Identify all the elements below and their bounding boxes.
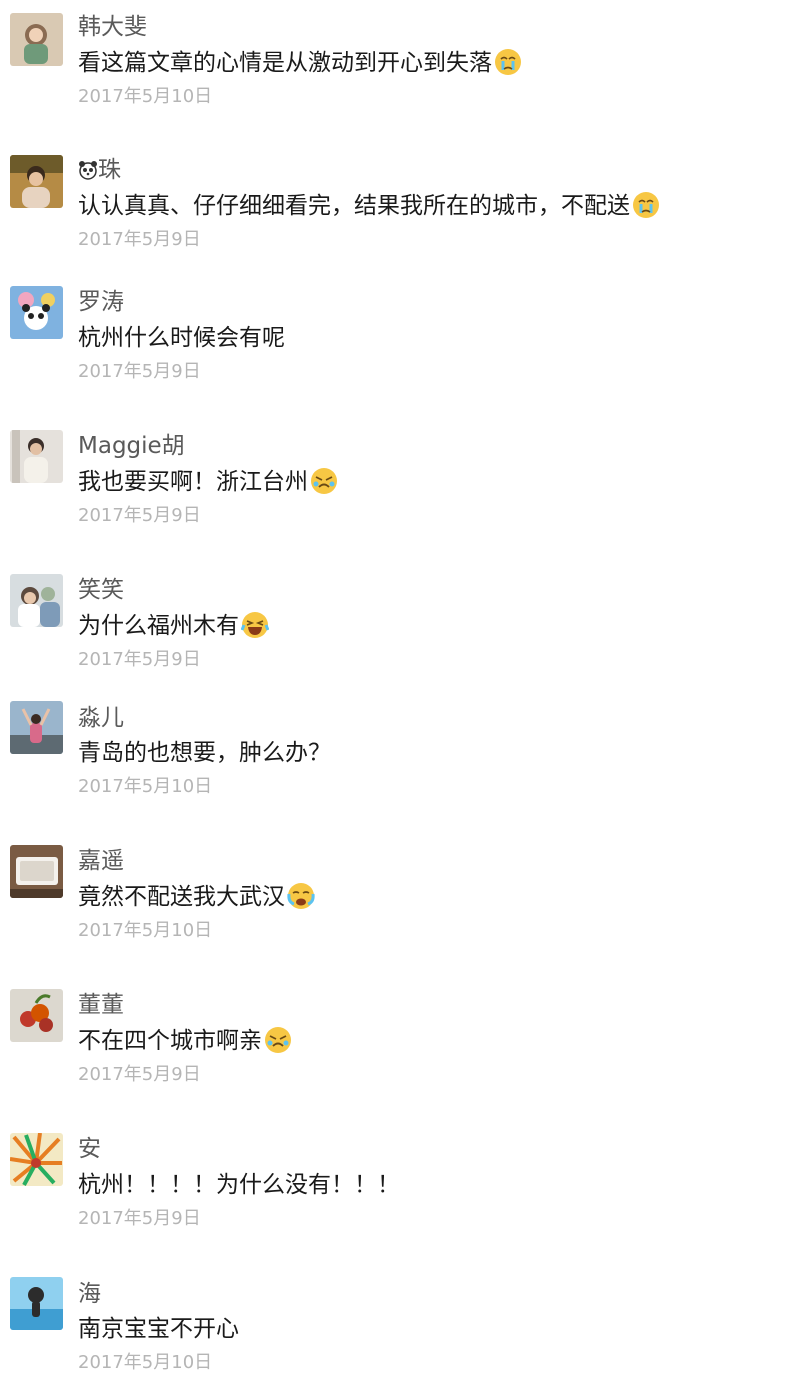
comment-text-content: 杭州！！！！为什么没有！！！ [78, 1172, 400, 1198]
comment-text-content: 为什么福州木有 [78, 613, 239, 639]
avatar[interactable] [10, 701, 63, 754]
comment-text: 看这篇文章的心情是从激动到开心到失落 [78, 48, 522, 78]
sobbing-face-icon [265, 1027, 291, 1053]
avatar[interactable] [10, 574, 63, 627]
avatar[interactable] [10, 845, 63, 898]
comment-item: 笑笑 为什么福州木有 2017年5月9日 [0, 574, 811, 684]
commenter-name[interactable]: 笑笑 [78, 577, 124, 603]
commenter-name[interactable]: Maggie胡 [78, 433, 185, 459]
comment-text: 杭州！！！！为什么没有！！！ [78, 1170, 400, 1200]
comment-item: 罗涛 杭州什么时候会有呢 2017年5月9日 [0, 286, 811, 396]
avatar[interactable] [10, 430, 63, 483]
comment-item: 安 杭州！！！！为什么没有！！！ 2017年5月9日 [0, 1133, 811, 1243]
crying-face-icon [633, 192, 659, 218]
commenter-name[interactable]: 安 [78, 1136, 101, 1162]
comment-text: 南京宝宝不开心 [78, 1314, 239, 1344]
comment-date: 2017年5月9日 [78, 1064, 201, 1085]
avatar[interactable] [10, 13, 63, 66]
comment-date: 2017年5月9日 [78, 1208, 201, 1229]
comment-text-content: 竟然不配送我大武汉 [78, 884, 285, 910]
avatar[interactable] [10, 155, 63, 208]
comment-text-content: 看这篇文章的心情是从激动到开心到失落 [78, 50, 492, 76]
comment-date: 2017年5月9日 [78, 229, 201, 250]
avatar[interactable] [10, 1133, 63, 1186]
comment-text: 竟然不配送我大武汉 [78, 882, 315, 912]
comment-text: 杭州什么时候会有呢 [78, 323, 285, 353]
laughing-crying-face-icon [241, 612, 269, 638]
comment-text-content: 南京宝宝不开心 [78, 1316, 239, 1342]
comment-text-content: 青岛的也想要，肿么办？ [78, 740, 331, 766]
commenter-name[interactable]: 董董 [78, 992, 124, 1018]
sobbing-face-icon [311, 468, 337, 494]
commenter-name[interactable]: 珠 [78, 157, 121, 183]
comment-text-content: 认认真真、仔仔细细看完，结果我所在的城市，不配送 [78, 193, 630, 219]
commenter-name[interactable]: 嘉遥 [78, 848, 124, 874]
comment-item: 海 南京宝宝不开心 2017年5月10日 [0, 1277, 811, 1387]
comment-date: 2017年5月10日 [78, 1352, 213, 1373]
comment-item: Maggie胡 我也要买啊！浙江台州 2017年5月9日 [0, 430, 811, 540]
comment-item: 淼儿 青岛的也想要，肿么办？ 2017年5月10日 [0, 701, 811, 811]
comment-item: 珠 认认真真、仔仔细细看完，结果我所在的城市，不配送 2017年5月9日 [0, 153, 811, 263]
commenter-name-text: 珠 [98, 157, 121, 183]
comment-date: 2017年5月9日 [78, 361, 201, 382]
comment-date: 2017年5月9日 [78, 649, 201, 670]
commenter-name[interactable]: 韩大斐 [78, 14, 147, 40]
comment-date: 2017年5月10日 [78, 920, 213, 941]
comment-date: 2017年5月9日 [78, 505, 201, 526]
comment-text: 认认真真、仔仔细细看完，结果我所在的城市，不配送 [78, 191, 660, 221]
avatar[interactable] [10, 286, 63, 339]
comment-item: 韩大斐 看这篇文章的心情是从激动到开心到失落 2017年5月10日 [0, 10, 811, 120]
comment-text-content: 我也要买啊！浙江台州 [78, 469, 308, 495]
comment-text: 青岛的也想要，肿么办？ [78, 738, 331, 768]
comment-text-content: 不在四个城市啊亲 [78, 1028, 262, 1054]
comment-text: 不在四个城市啊亲 [78, 1026, 292, 1056]
avatar[interactable] [10, 989, 63, 1042]
comment-date: 2017年5月10日 [78, 776, 213, 797]
loudly-crying-face-icon [287, 883, 315, 909]
comment-text: 为什么福州木有 [78, 611, 269, 641]
comment-text: 我也要买啊！浙江台州 [78, 467, 338, 497]
commenter-name[interactable]: 罗涛 [78, 289, 124, 315]
commenter-name[interactable]: 淼儿 [78, 705, 124, 731]
comment-item: 董董 不在四个城市啊亲 2017年5月9日 [0, 989, 811, 1099]
comment-text-content: 杭州什么时候会有呢 [78, 325, 285, 351]
commenter-name[interactable]: 海 [78, 1281, 101, 1307]
crying-face-icon [495, 49, 521, 75]
comment-item: 嘉遥 竟然不配送我大武汉 2017年5月10日 [0, 845, 811, 955]
comment-date: 2017年5月10日 [78, 86, 213, 107]
panda-face-icon [79, 161, 97, 180]
avatar[interactable] [10, 1277, 63, 1330]
